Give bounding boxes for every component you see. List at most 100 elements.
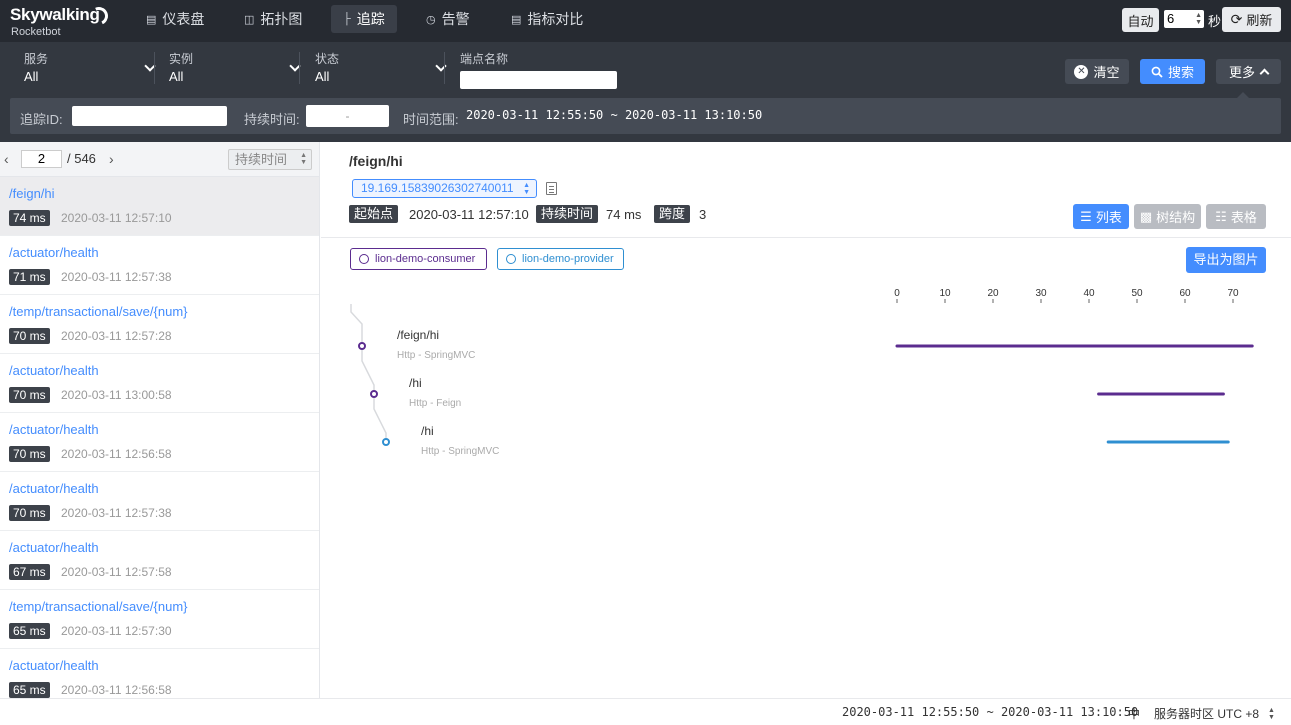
trace-start-time: 2020-03-11 12:56:58 [61, 683, 172, 697]
nav-alarm[interactable]: ◷ 告警 [414, 5, 482, 33]
sort-select[interactable]: 持续时间 ▲ ▼ [228, 149, 312, 170]
nav-label: 指标对比 [527, 11, 584, 27]
duration-input[interactable]: - [306, 105, 389, 127]
axis-tick-label: 70 [1227, 288, 1239, 299]
span-node[interactable] [382, 438, 390, 446]
nav-comparison[interactable]: ▤ 指标对比 [499, 5, 595, 33]
trace-endpoint[interactable]: /actuator/health [9, 363, 99, 378]
chevron-left-icon[interactable]: ‹ [4, 151, 9, 167]
axis-tick-label: 30 [1035, 288, 1047, 299]
trace-endpoint[interactable]: /actuator/health [9, 245, 99, 260]
pagination: ‹ 2 / 546 › 持续时间 ▲ ▼ [0, 142, 319, 177]
duration-badge: 70 ms [9, 505, 50, 521]
more-button[interactable]: 更多 [1216, 59, 1281, 84]
trace-list-item[interactable]: /feign/hi 74 ms 2020-03-11 12:57:10 [0, 177, 319, 236]
clear-button[interactable]: ✕ 清空 [1065, 59, 1129, 84]
instance-select[interactable]: 实例 All [169, 50, 307, 86]
service-name: lion-demo-provider [522, 253, 614, 265]
trace-endpoint[interactable]: /actuator/health [9, 481, 99, 496]
span-name[interactable]: /feign/hi [397, 328, 439, 342]
service-value: All [24, 69, 39, 84]
export-image-button[interactable]: 导出为图片 [1186, 247, 1266, 273]
service-legend-provider[interactable]: lion-demo-provider [497, 248, 624, 270]
spinner-icon[interactable]: ▲ ▼ [1195, 12, 1202, 26]
trace-id-value: 19.169.15839026302740011 [361, 181, 514, 195]
brand-name: Skywalking [10, 5, 100, 24]
nav-topology[interactable]: ◫ 拓扑图 [232, 5, 314, 33]
trace-endpoint[interactable]: /temp/transactional/save/{num} [9, 304, 188, 319]
span-node[interactable] [370, 390, 378, 398]
trace-start-time: 2020-03-11 13:00:58 [61, 388, 172, 402]
time-range-value[interactable]: 2020-03-11 12:55:50 ~ 2020-03-11 13:10:5… [466, 108, 762, 122]
status-select[interactable]: 状态 All [315, 50, 453, 86]
view-table-button[interactable]: ☷ 表格 [1206, 204, 1266, 229]
trace-start-time: 2020-03-11 12:57:58 [61, 565, 172, 579]
trace-list-item[interactable]: /actuator/health 70 ms 2020-03-11 12:57:38 [0, 472, 319, 531]
trace-list-panel: ‹ 2 / 546 › 持续时间 ▲ ▼ /feign/hi 74 ms 2020-0… [0, 142, 320, 698]
trace-icon: ├ [343, 13, 351, 25]
view-tree-button[interactable]: ▩ 树结构 [1134, 204, 1201, 229]
topology-icon: ◫ [244, 13, 255, 26]
trace-list-item[interactable]: /actuator/health 70 ms 2020-03-11 12:56:58 [0, 413, 319, 472]
trace-start-time: 2020-03-11 12:57:28 [61, 329, 172, 343]
table-icon: ☷ [1215, 208, 1227, 224]
trace-endpoint[interactable]: /actuator/health [9, 540, 99, 555]
span-component: Http - Feign [409, 398, 461, 409]
comparison-icon: ▤ [511, 13, 522, 26]
trace-list-item[interactable]: /actuator/health 71 ms 2020-03-11 12:57:38 [0, 236, 319, 295]
search-button[interactable]: 搜索 [1140, 59, 1205, 84]
trace-start-time: 2020-03-11 12:57:10 [61, 211, 172, 225]
nav-trace[interactable]: ├ 追踪 [331, 5, 397, 33]
nav-label: 拓扑图 [260, 11, 303, 27]
endpoint-filter: 端点名称 [460, 50, 617, 89]
search-label: 搜索 [1167, 65, 1194, 80]
span-node[interactable] [358, 342, 366, 350]
trace-id-select[interactable]: 19.169.15839026302740011 ▲ ▼ [352, 179, 537, 198]
trace-list-item[interactable]: /actuator/health 67 ms 2020-03-11 12:57:58 [0, 531, 319, 590]
copy-icon[interactable] [546, 182, 557, 195]
trace-endpoint[interactable]: /actuator/health [9, 658, 99, 673]
logo: Skywalking Rocketbot [10, 4, 111, 39]
nav-dashboard[interactable]: ▤ 仪表盘 [134, 5, 216, 33]
divider [299, 52, 300, 84]
trace-list-item[interactable]: /temp/transactional/save/{num} 70 ms 2020-… [0, 295, 319, 354]
chevron-right-icon[interactable]: › [109, 151, 114, 167]
span-name[interactable]: /hi [421, 424, 434, 438]
trace-id-input[interactable] [72, 106, 227, 126]
endpoint-input[interactable] [460, 71, 617, 89]
service-name: lion-demo-consumer [375, 253, 476, 265]
refresh-button[interactable]: ⟳ 刷新 [1222, 7, 1281, 32]
page-total: / 546 [67, 151, 96, 166]
page-input[interactable]: 2 [21, 150, 62, 168]
service-label: 服务 [24, 52, 49, 66]
close-circle-icon: ✕ [1074, 64, 1089, 79]
trace-endpoint[interactable]: /feign/hi [9, 186, 55, 201]
language-toggle[interactable]: 中 [1128, 705, 1140, 722]
trace-start-time: 2020-03-11 12:56:58 [61, 447, 172, 461]
trace-list-item[interactable]: /actuator/health 70 ms 2020-03-11 13:00:58 [0, 354, 319, 413]
time-range-label: 时间范围: [403, 112, 459, 127]
span-name[interactable]: /hi [409, 376, 422, 390]
sort-value: 持续时间 [235, 152, 288, 167]
divider [154, 52, 155, 84]
auto-refresh-toggle[interactable]: 自动 [1122, 8, 1159, 32]
trace-endpoint[interactable]: /actuator/health [9, 422, 99, 437]
trace-waterfall: 0 10 20 30 40 50 60 70/feign/hi Http - SpringMVC… [350, 288, 1254, 457]
duration-badge: 70 ms [9, 387, 50, 403]
axis-tick-label: 40 [1083, 288, 1095, 299]
duration-badge: 65 ms [9, 623, 50, 639]
axis-tick-label: 20 [987, 288, 999, 299]
spinner-icon[interactable]: ▲ ▼ [1268, 707, 1275, 721]
trace-endpoint[interactable]: /temp/transactional/save/{num} [9, 599, 188, 614]
service-select[interactable]: 服务 All [24, 50, 162, 86]
trace-list-item[interactable]: /temp/transactional/save/{num} 65 ms 2020-… [0, 590, 319, 649]
timezone-select[interactable]: 服务器时区 UTC +8 [1154, 705, 1259, 722]
view-table-label: 表格 [1230, 210, 1257, 225]
more-filters-panel: 追踪ID: 持续时间: - 时间范围: 2020-03-11 12:55:50 … [10, 98, 1281, 134]
trace-list-item[interactable]: /actuator/health 65 ms 2020-03-11 12:56:58 [0, 649, 319, 698]
trace-start-time: 2020-03-11 12:57:38 [61, 270, 172, 284]
service-legend-consumer[interactable]: lion-demo-consumer [350, 248, 487, 270]
endpoint-label: 端点名称 [460, 52, 509, 66]
view-list-button[interactable]: ☰ 列表 [1073, 204, 1129, 229]
refresh-interval-input[interactable]: 6 ▲ ▼ [1164, 10, 1204, 28]
